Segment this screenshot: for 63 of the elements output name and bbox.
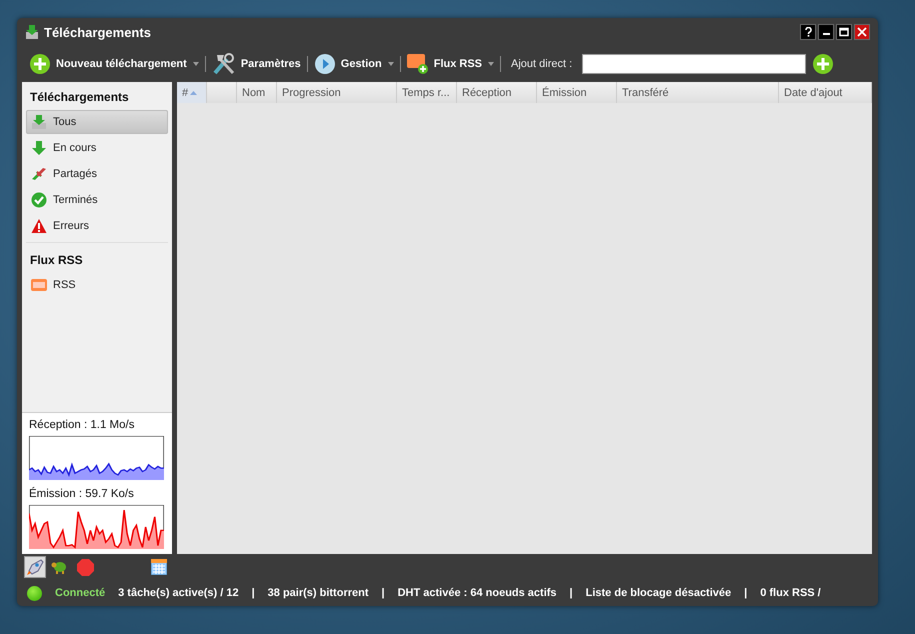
add-button[interactable] — [812, 53, 834, 75]
column-header[interactable]: Temps r... — [397, 82, 457, 103]
question-mark-icon — [804, 27, 812, 37]
rss-icon — [31, 279, 47, 291]
minimize-button[interactable] — [818, 24, 834, 40]
rss-add-icon — [406, 53, 429, 75]
section-heading: Téléchargements — [29, 89, 130, 106]
rocket-mode-button[interactable] — [24, 556, 46, 578]
sidebar-item[interactable]: Tous — [26, 110, 168, 134]
exchange-arrows-icon — [31, 166, 47, 182]
play-icon — [314, 53, 336, 75]
calendar-mode-button[interactable] — [148, 556, 170, 578]
status-text: Liste de blocage désactivée — [586, 587, 732, 599]
status-text: 3 tâche(s) active(s) / 12 — [118, 587, 239, 599]
speed-label: Émission : 59.7 Ko/s — [29, 488, 135, 500]
direct-add-field[interactable] — [582, 54, 806, 74]
direct-add-label: Ajout direct : — [511, 58, 572, 70]
column-header[interactable]: Date d'ajout — [779, 82, 872, 103]
toolbar-button[interactable]: Paramètres — [210, 50, 303, 78]
toolbar-button[interactable]: Nouveau téléchargement — [27, 50, 201, 78]
toolbar-button[interactable]: Gestion — [312, 50, 396, 78]
status-text: 38 pair(s) bittorrent — [268, 587, 369, 599]
download-tray-icon — [25, 24, 39, 40]
check-circle-icon — [31, 192, 47, 208]
sidebar-item[interactable]: Erreurs — [26, 214, 168, 238]
sidebar-item[interactable]: En cours — [26, 136, 168, 160]
column-header[interactable]: Transféré — [617, 82, 779, 103]
separator: | — [252, 587, 255, 599]
column-header[interactable]: Réception — [457, 82, 537, 103]
maximize-icon — [839, 27, 849, 37]
status-text: 0 flux RSS / — [760, 587, 821, 599]
download-tray-icon — [31, 114, 47, 130]
tools-icon — [212, 53, 236, 75]
sidebar-item[interactable]: RSS — [26, 273, 168, 297]
separator: | — [382, 587, 385, 599]
sidebar-item[interactable]: Partagés — [26, 162, 168, 186]
connection-status: Connecté — [55, 587, 106, 599]
stop-icon — [76, 558, 94, 576]
sidebar-item[interactable]: Terminés — [26, 188, 168, 212]
column-header[interactable]: Émission — [537, 82, 617, 103]
warning-icon — [31, 218, 47, 234]
separator: | — [744, 587, 748, 599]
calendar-icon — [151, 559, 167, 575]
maximize-button[interactable] — [836, 24, 852, 40]
column-header[interactable]: Progression — [277, 82, 397, 103]
down-arrow-icon — [31, 140, 47, 156]
plus-circle-icon — [29, 53, 51, 75]
window-title: Téléchargements — [44, 24, 151, 40]
rocket-icon — [26, 558, 44, 576]
status-text: DHT activée : 64 noeuds actifs — [398, 587, 557, 599]
close-icon — [857, 27, 867, 37]
separator: | — [570, 587, 573, 599]
column-header[interactable]: Nom — [237, 82, 277, 103]
help-button[interactable] — [800, 24, 816, 40]
sort-arrow-icon — [190, 90, 198, 94]
toolbar-button[interactable]: Flux RSS — [404, 50, 496, 78]
close-button[interactable] — [854, 24, 870, 40]
turtle-icon — [51, 560, 69, 574]
speed-label: Réception : 1.1 Mo/s — [29, 419, 136, 431]
column-header[interactable]: # — [177, 82, 207, 103]
plus-circle-icon — [812, 53, 834, 75]
stop-mode-button[interactable] — [74, 556, 96, 578]
section-heading: Flux RSS — [29, 252, 84, 269]
